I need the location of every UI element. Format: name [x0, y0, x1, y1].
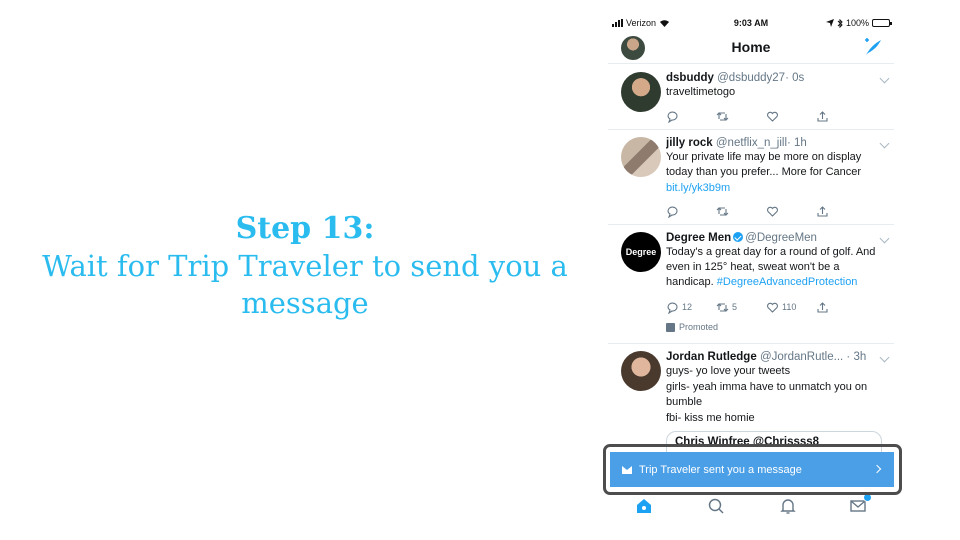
compose-icon[interactable]: [862, 36, 884, 58]
tweet-author-name[interactable]: dsbuddy: [666, 72, 714, 84]
retweet-button[interactable]: [716, 204, 766, 218]
share-icon: [817, 110, 828, 122]
retweet-count: 5: [732, 302, 738, 312]
tab-home[interactable]: [634, 496, 654, 516]
tab-search[interactable]: [706, 496, 726, 516]
battery-icon: [872, 19, 892, 27]
tweet-link[interactable]: bit.ly/yk3b9m: [666, 181, 886, 196]
tweet-handle: @dsbuddy27: [717, 72, 786, 84]
avatar[interactable]: Degree: [621, 232, 661, 272]
tweet[interactable]: dsbuddy @dsbuddy27· 0s traveltimetogo: [608, 65, 894, 130]
page-title: Home: [731, 39, 771, 55]
home-icon: [637, 499, 651, 513]
status-bar: Verizon 9:03 AM 100%: [608, 15, 894, 31]
heart-icon: [767, 302, 778, 313]
highlight-frame: [603, 444, 902, 495]
promoted-label: Promoted: [666, 322, 718, 332]
tweet[interactable]: Degree Degree Men @DegreeMen Today's a gr…: [608, 225, 894, 344]
tab-messages[interactable]: [848, 493, 872, 516]
heart-icon: [767, 111, 778, 122]
tweet-hashtag[interactable]: #DegreeAdvancedProtection: [717, 276, 858, 288]
avatar[interactable]: [621, 72, 661, 112]
avatar[interactable]: [621, 351, 661, 391]
like-count: 110: [782, 302, 797, 312]
avatar[interactable]: [621, 137, 661, 177]
promoted-icon: [666, 322, 675, 332]
reply-button[interactable]: [666, 204, 716, 218]
step-description: Wait for Trip Traveler to send you a mes…: [42, 249, 568, 320]
retweet-icon: [716, 206, 729, 216]
reply-icon: [667, 110, 678, 123]
tweet-text: traveltimetogo: [666, 86, 736, 98]
retweet-button[interactable]: 5: [716, 300, 766, 314]
tweet-line: guys- yo love your tweets: [666, 365, 791, 377]
degree-logo-text: Degree: [625, 247, 657, 257]
battery-percent: 100%: [845, 18, 869, 28]
reply-button[interactable]: 12: [666, 300, 716, 314]
reply-button[interactable]: [666, 109, 716, 123]
reply-icon: [667, 205, 678, 218]
tab-bar: [608, 492, 894, 527]
instruction-block: Step 13: Wait for Trip Traveler to send …: [30, 210, 580, 322]
tweet-time: · 3h: [846, 351, 867, 363]
retweet-button[interactable]: [716, 109, 766, 123]
step-title: Step 13:: [235, 211, 375, 246]
heart-icon: [767, 206, 778, 217]
home-navbar: Home: [608, 34, 894, 64]
reply-count: 12: [682, 302, 693, 312]
share-button[interactable]: [816, 300, 866, 314]
location-icon: [825, 19, 834, 27]
share-button[interactable]: [816, 204, 866, 218]
timeline: dsbuddy @dsbuddy27· 0s traveltimetogo ji…: [608, 65, 894, 484]
tweet-time: · 0s: [785, 72, 805, 84]
search-icon: [708, 498, 724, 514]
tweet-line: fbi- kiss me homie: [666, 412, 755, 424]
tweet-handle: @DegreeMen: [745, 232, 817, 244]
tweet-author-name[interactable]: jilly rock: [666, 137, 713, 149]
tweet-handle: @netflix_n_jill: [715, 137, 787, 149]
tweet-author-name[interactable]: Jordan Rutledge: [666, 351, 757, 363]
like-button[interactable]: [766, 204, 816, 218]
share-icon: [817, 301, 828, 313]
bell-icon: [780, 499, 796, 514]
tweet-handle: @JordanRutle...: [759, 351, 844, 363]
verified-icon: [733, 232, 744, 242]
tab-notifications[interactable]: [778, 496, 798, 516]
share-button[interactable]: [816, 109, 866, 123]
like-button[interactable]: 110: [766, 300, 816, 314]
tweet-time: · 1h: [787, 137, 807, 149]
bluetooth-icon: [837, 18, 843, 28]
retweet-icon: [716, 111, 729, 121]
tweet-line: girls- yeah imma have to unmatch you on …: [666, 381, 868, 408]
share-icon: [817, 205, 828, 217]
retweet-icon: [716, 302, 729, 312]
tweet[interactable]: jilly rock @netflix_n_jill· 1h Your priv…: [608, 130, 894, 225]
tweet-author-name[interactable]: Degree Men: [666, 232, 731, 244]
reply-icon: [667, 301, 678, 314]
tweet-text: Your private life may be more on display…: [666, 151, 862, 178]
like-button[interactable]: [766, 109, 816, 123]
